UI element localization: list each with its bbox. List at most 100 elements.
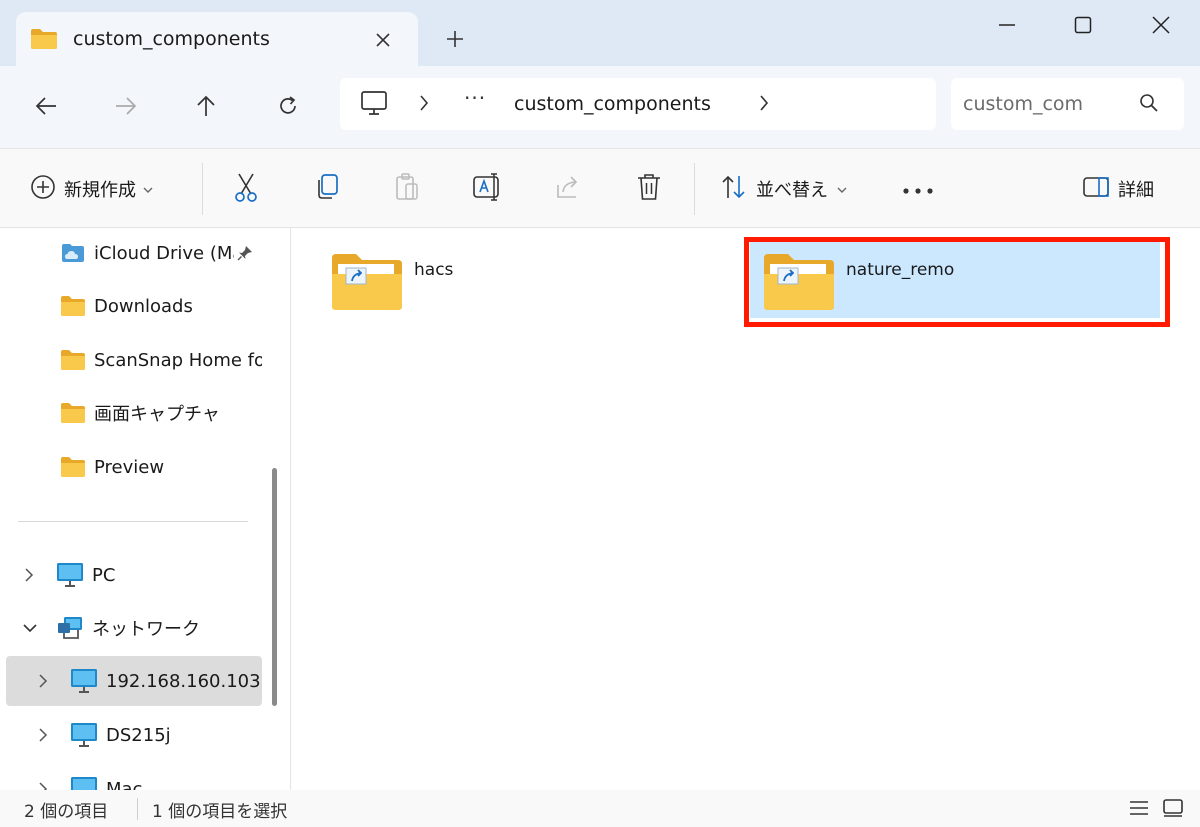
search-input[interactable]: [963, 90, 1133, 118]
navigation-pane: iCloud Drive (Ma Downloads ScanSnap Home…: [0, 228, 290, 790]
command-bar: 新規作成 並べ替え 詳細: [0, 148, 1200, 228]
sidebar-item-192-168-160-103[interactable]: 192.168.160.103: [6, 656, 262, 706]
trash-icon: [636, 172, 662, 206]
sidebar-item-mac[interactable]: Mac: [0, 764, 262, 790]
sort-icon: [720, 174, 748, 204]
details-pane-button[interactable]: 詳細: [1082, 171, 1154, 207]
chevron-right-icon[interactable]: [36, 727, 50, 743]
navigation-bar: ··· custom_components: [0, 66, 1200, 148]
maximize-icon[interactable]: [1058, 8, 1108, 42]
folder-icon: [60, 456, 86, 478]
share-button[interactable]: [554, 171, 582, 207]
more-options-button[interactable]: [902, 171, 934, 207]
chevron-right-icon[interactable]: [36, 673, 50, 689]
share-icon: [554, 173, 582, 205]
sidebar-divider: [18, 521, 248, 522]
close-icon[interactable]: [1136, 8, 1186, 42]
address-bar[interactable]: ··· custom_components: [340, 78, 936, 130]
monitor-icon: [70, 776, 98, 790]
sidebar-item-preview[interactable]: Preview: [0, 442, 262, 492]
monitor-icon: [70, 722, 98, 748]
sidebar-item-pc[interactable]: PC: [0, 550, 262, 600]
monitor-icon[interactable]: [360, 90, 388, 120]
clipboard-icon: [394, 172, 420, 206]
sidebar-item-label: 画面キャプチャ: [94, 404, 220, 425]
new-tab-icon[interactable]: [440, 24, 470, 54]
chevron-right-icon[interactable]: [36, 781, 50, 790]
cut-button[interactable]: [232, 171, 260, 207]
tab-title: custom_components: [73, 28, 270, 50]
highlight-annotation-box: [744, 237, 1170, 327]
breadcrumb-more[interactable]: ···: [464, 86, 486, 110]
monitor-icon: [70, 668, 98, 694]
up-arrow-icon[interactable]: [186, 88, 226, 124]
monitor-icon: [56, 562, 84, 588]
sidebar-item-network[interactable]: ネットワーク: [0, 603, 262, 653]
icloud-icon: [60, 242, 86, 264]
new-label: 新規作成: [64, 180, 136, 201]
chevron-down-icon: [836, 180, 848, 199]
new-button[interactable]: 新規作成: [30, 171, 154, 207]
toolbar-divider: [694, 163, 695, 215]
minimize-icon[interactable]: [982, 8, 1032, 42]
rename-icon: [472, 172, 504, 206]
sidebar-item-label: Mac: [106, 778, 143, 791]
status-divider: [137, 798, 138, 820]
sidebar-item-label: PC: [92, 564, 116, 586]
sidebar-item-label: ScanSnap Home fo: [94, 349, 262, 371]
refresh-icon[interactable]: [268, 88, 308, 124]
sidebar-item-scansnap[interactable]: ScanSnap Home fo: [0, 335, 262, 385]
sidebar-item-label: 192.168.160.103: [106, 670, 261, 692]
status-bar: 2 個の項目 1 個の項目を選択: [0, 790, 1200, 827]
tab-custom-components[interactable]: custom_components: [16, 12, 418, 66]
forward-arrow-icon[interactable]: [106, 88, 146, 124]
rename-button[interactable]: [472, 171, 504, 207]
sort-button[interactable]: 並べ替え: [720, 171, 848, 207]
sidebar-item-screen-capture[interactable]: 画面キャプチャ: [0, 388, 262, 438]
details-pane-icon: [1082, 176, 1110, 202]
folder-icon: [60, 295, 86, 317]
paste-button[interactable]: [394, 171, 420, 207]
breadcrumb-current[interactable]: custom_components: [514, 93, 711, 115]
folder-icon: [30, 28, 58, 54]
copy-icon: [314, 173, 340, 205]
delete-button[interactable]: [636, 171, 662, 207]
selected-count: 1 個の項目を選択: [152, 802, 288, 822]
item-count: 2 個の項目: [24, 802, 109, 822]
pane-divider[interactable]: [290, 228, 291, 790]
folder-item-hacs[interactable]: hacs: [318, 234, 718, 322]
sidebar-item-downloads[interactable]: Downloads: [0, 281, 262, 331]
sidebar-scrollbar[interactable]: [272, 468, 277, 706]
add-circle-icon: [30, 174, 56, 204]
chevron-right-icon[interactable]: [22, 567, 36, 583]
network-icon: [56, 615, 84, 641]
shortcut-folder-icon: [330, 252, 404, 316]
toolbar-divider: [202, 163, 203, 215]
sort-label: 並べ替え: [756, 180, 828, 201]
search-icon[interactable]: [1139, 93, 1159, 117]
scissors-icon: [232, 172, 260, 206]
pin-icon[interactable]: [236, 244, 254, 262]
sidebar-item-ds215j[interactable]: DS215j: [0, 710, 262, 760]
chevron-down-icon: [142, 180, 154, 199]
sidebar-item-icloud-drive[interactable]: iCloud Drive (Ma: [0, 228, 262, 278]
chevron-down-icon[interactable]: [22, 621, 38, 635]
large-icons-view-icon[interactable]: [1160, 796, 1186, 820]
search-box[interactable]: [951, 78, 1184, 130]
title-bar: custom_components: [0, 0, 1200, 66]
back-arrow-icon[interactable]: [26, 88, 66, 124]
copy-button[interactable]: [314, 171, 340, 207]
sidebar-item-label: Preview: [94, 456, 165, 478]
sidebar-item-label: Downloads: [94, 295, 193, 317]
folder-name: hacs: [414, 260, 454, 280]
tab-close-icon[interactable]: [368, 25, 398, 55]
details-view-icon[interactable]: [1126, 796, 1152, 820]
chevron-right-icon[interactable]: [418, 94, 430, 116]
sidebar-item-label: DS215j: [106, 724, 171, 746]
details-label: 詳細: [1118, 180, 1154, 201]
chevron-right-icon[interactable]: [758, 94, 770, 116]
sidebar-item-label: iCloud Drive (Ma: [94, 242, 234, 264]
sidebar-item-label: ネットワーク: [92, 619, 200, 640]
more-icon: [902, 180, 934, 199]
folder-icon: [60, 349, 86, 371]
